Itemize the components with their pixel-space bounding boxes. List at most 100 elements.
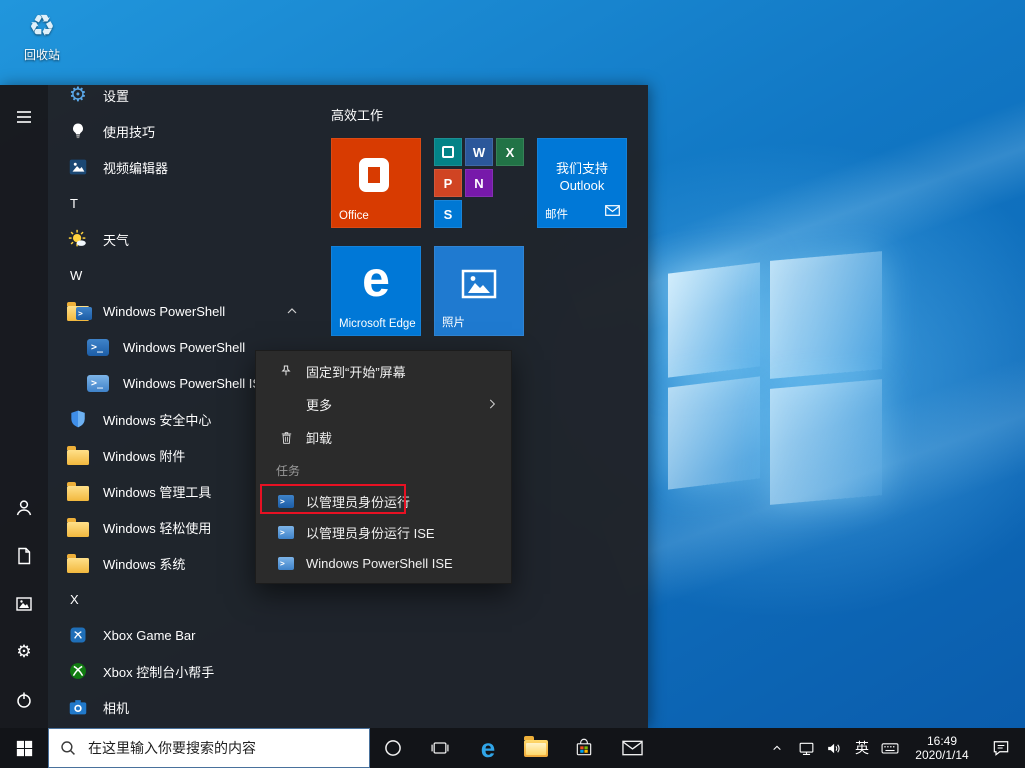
taskbar-search[interactable] [48,728,370,768]
edge-logo-icon: e [331,248,421,310]
start-button[interactable] [0,728,48,768]
tile-letter: W [473,145,485,160]
trash-icon [276,428,296,448]
tile-letter: N [474,176,483,191]
recycle-bin-icon: ♻ [14,8,70,46]
context-section-tasks: 任务 [256,454,511,486]
small-tile-1[interactable] [434,138,462,166]
pictures-button[interactable] [0,580,48,628]
powershell-ise-icon: >_ [86,371,110,395]
tile-letter: S [444,207,453,222]
store-icon [574,738,594,758]
start-app-video-editor[interactable]: 视频编辑器 [48,149,308,185]
windows-logo-icon [16,740,33,757]
section-header-W[interactable]: W [48,257,308,293]
context-item-label: 固定到“开始”屏幕 [306,362,406,381]
microsoft-store-button[interactable] [560,728,608,768]
file-explorer-icon [524,740,548,757]
small-tile-skype[interactable]: S [434,200,462,228]
file-explorer-button[interactable] [512,728,560,768]
xbox-game-bar-icon [66,623,90,647]
office-small-tile-group: W X P N S [434,138,524,228]
hamburger-icon [15,108,33,126]
tile-mail-outlook[interactable]: 我们支持 Outlook 邮件 [537,138,627,228]
context-item-uninstall[interactable]: 卸载 [256,421,511,454]
search-input[interactable] [86,739,346,757]
gear-icon: ⚙ [66,85,90,107]
tray-clock[interactable]: 16:49 2020/1/14 [905,728,979,768]
section-header-X[interactable]: X [48,581,308,617]
chevron-right-icon [485,397,499,414]
photos-icon [461,268,497,305]
mail-button[interactable] [608,728,656,768]
start-group-windows-powershell[interactable]: > Windows PowerShell [48,293,308,329]
start-app-settings[interactable]: ⚙ 设置 [48,85,308,113]
action-center-button[interactable] [983,728,1019,768]
chevron-up-icon [769,740,785,756]
small-tile-word[interactable]: W [465,138,493,166]
start-app-xbox-console-companion[interactable]: Xbox 控制台小帮手 [48,653,308,689]
tray-network-button[interactable] [793,728,819,768]
xbox-icon [66,659,90,683]
tile-group-title[interactable]: 高效工作 [331,105,383,124]
folder-icon [66,515,90,539]
weather-sun-icon [66,227,90,251]
settings-button[interactable]: ⚙ [0,628,48,676]
taskbar: e 英 16:49 2020/1/14 [0,728,1025,768]
action-center-icon [991,738,1011,758]
ime-label: 英 [855,738,869,758]
recycle-bin-label: 回收站 [14,46,70,63]
tile-microsoft-edge[interactable]: e Microsoft Edge [331,246,421,336]
tile-letter: X [506,145,515,160]
tile-promo-text: 我们支持 Outlook [537,160,627,194]
tray-volume-button[interactable] [821,728,847,768]
context-item-windows-powershell-ise[interactable]: > Windows PowerShell ISE [256,548,511,579]
taskbar-edge-button[interactable]: e [464,728,512,768]
powershell-icon: > [276,492,296,512]
context-item-more[interactable]: 更多 [256,388,511,421]
power-button[interactable] [0,676,48,724]
tile-letter: P [444,176,453,191]
pin-icon [276,362,296,382]
shield-icon [66,407,90,431]
cortana-button[interactable] [370,728,416,768]
search-icon [59,739,78,758]
context-item-pin-to-start[interactable]: 固定到“开始”屏幕 [256,355,511,388]
no-icon [276,395,296,415]
start-app-weather[interactable]: 天气 [48,221,308,257]
context-item-label: 以管理员身份运行 ISE [306,523,435,542]
task-view-button[interactable] [416,728,464,768]
folder-icon [66,551,90,575]
user-account-button[interactable] [0,484,48,532]
context-item-run-ise-as-admin[interactable]: > 以管理员身份运行 ISE [256,517,511,548]
mail-icon [605,203,620,221]
powershell-ise-icon: > [276,523,296,543]
start-app-camera[interactable]: 相机 [48,689,308,725]
network-icon [797,739,816,758]
documents-button[interactable] [0,532,48,580]
tray-show-hidden-icons[interactable] [765,728,789,768]
folder-icon [66,479,90,503]
section-header-T[interactable]: T [48,185,308,221]
tile-office[interactable]: Office [331,138,421,228]
context-item-label: Windows PowerShell ISE [306,556,453,571]
context-item-label: 更多 [306,395,332,414]
context-item-run-as-admin[interactable]: > 以管理员身份运行 [256,486,511,517]
wallpaper-window-pane [770,379,882,505]
expand-menu-button[interactable] [0,93,48,141]
tile-label: 邮件 [545,206,568,222]
small-tile-excel[interactable]: X [496,138,524,166]
tile-label: 照片 [442,314,465,330]
tile-photos[interactable]: 照片 [434,246,524,336]
start-app-tips[interactable]: 使用技巧 [48,113,308,149]
start-app-xbox-game-bar[interactable]: Xbox Game Bar [48,617,308,653]
app-label: Windows 轻松使用 [103,518,211,537]
tray-ime-indicator[interactable]: 英 [849,728,875,768]
tray-touch-keyboard-button[interactable] [877,728,903,768]
folder-icon [66,443,90,467]
small-tile-onenote[interactable]: N [465,169,493,197]
small-tile-powerpoint[interactable]: P [434,169,462,197]
powershell-context-menu: 固定到“开始”屏幕 更多 卸载 任务 > 以管理员身份运行 > 以管理员身份运行… [255,350,512,584]
recycle-bin-shortcut[interactable]: ♻ 回收站 [14,8,70,63]
clock-time: 16:49 [927,734,957,748]
